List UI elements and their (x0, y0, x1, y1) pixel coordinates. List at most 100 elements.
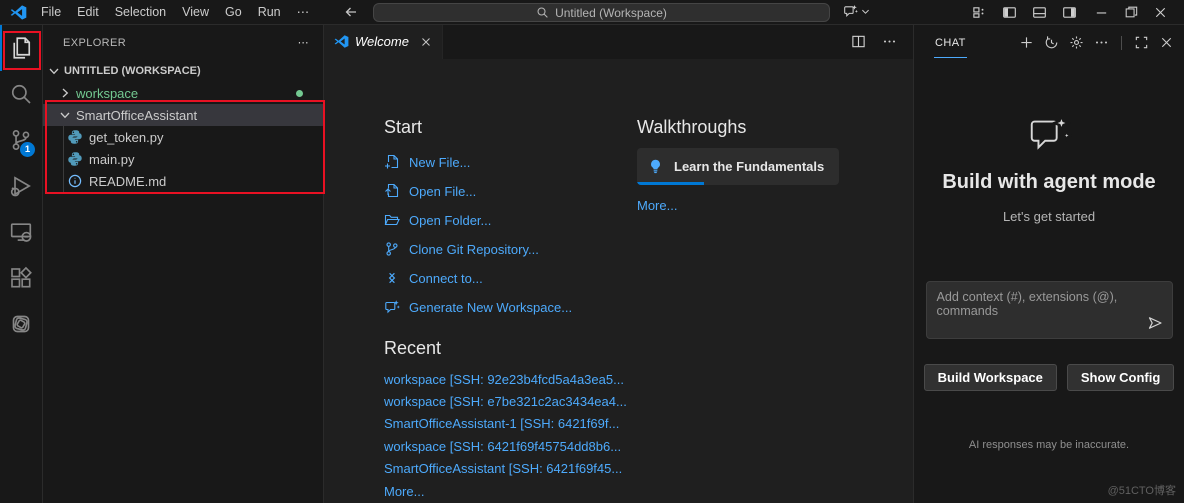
tree-item-label: main.py (89, 152, 135, 167)
start-open-folder[interactable]: Open Folder... (384, 206, 637, 235)
start-generate-new-workspace[interactable]: Generate New Workspace... (384, 293, 637, 322)
toggle-panel-icon[interactable] (1032, 5, 1047, 20)
explorer-more-actions[interactable]: ⋯ (298, 36, 309, 49)
menu-selection[interactable]: Selection (107, 0, 174, 24)
start-item-label: Connect to... (409, 271, 483, 286)
activity-explorer[interactable] (0, 25, 42, 71)
copilot-icon (384, 299, 400, 315)
walkthrough-card-learn-the-fundamentals[interactable]: Learn the Fundamentals (637, 148, 839, 185)
workspace-section-label: UNTITLED (WORKSPACE) (64, 65, 201, 77)
start-item-label: Generate New Workspace... (409, 300, 572, 315)
start-clone-git-repository[interactable]: Clone Git Repository... (384, 235, 637, 264)
chat-settings-gear-icon[interactable] (1069, 35, 1084, 50)
toggle-primary-sidebar-icon[interactable] (1002, 5, 1017, 20)
chat-more-actions-icon[interactable] (1094, 35, 1109, 50)
tab-bar: Welcome (324, 25, 913, 59)
indent-guide (63, 170, 64, 192)
menu-run[interactable]: Run (250, 0, 289, 24)
start-item-label: New File... (409, 155, 470, 170)
customize-layout-icon[interactable] (972, 5, 987, 20)
start-heading: Start (384, 117, 637, 138)
activity-bar: 1 (0, 25, 43, 503)
start-new-file[interactable]: New File... (384, 148, 637, 177)
tree-item-readme-md[interactable]: README.md (43, 170, 323, 192)
menu-file[interactable]: File (33, 0, 69, 24)
recent-more-link[interactable]: More... (384, 481, 637, 503)
recent-item[interactable]: SmartOfficeAssistant [SSH: 6421f69f45... (384, 458, 637, 480)
workspace-section-header[interactable]: UNTITLED (WORKSPACE) (43, 60, 323, 82)
close-window-icon[interactable] (1153, 5, 1168, 20)
menu-edit[interactable]: Edit (69, 0, 107, 24)
menu-overflow[interactable]: ⋯ (289, 0, 318, 24)
chevron-down-icon (860, 6, 871, 17)
title-bar: File Edit Selection View Go Run ⋯ Untitl… (0, 0, 1184, 25)
walkthrough-card-label: Learn the Fundamentals (674, 159, 824, 174)
menu-view[interactable]: View (174, 0, 217, 24)
editor-more-actions-icon[interactable] (882, 34, 897, 49)
copilot-menu[interactable] (843, 4, 871, 19)
activity-source-control[interactable]: 1 (0, 117, 42, 163)
vscode-logo-icon (334, 34, 349, 49)
restore-window-icon[interactable] (1124, 5, 1138, 19)
info-icon (67, 173, 83, 189)
command-center-search[interactable]: Untitled (Workspace) (373, 3, 830, 22)
tab-chat[interactable]: CHAT (934, 27, 967, 58)
recent-heading: Recent (384, 338, 637, 359)
run-debug-icon (9, 174, 33, 198)
toggle-secondary-sidebar-icon[interactable] (1062, 5, 1077, 20)
start-open-file[interactable]: Open File... (384, 177, 637, 206)
explorer-title: EXPLORER (63, 37, 126, 49)
close-panel-icon[interactable] (1159, 35, 1174, 50)
python-icon (67, 151, 83, 167)
activity-remote-explorer[interactable] (0, 209, 42, 255)
activity-search[interactable] (0, 71, 42, 117)
chat-empty-subtitle: Let's get started (1003, 209, 1095, 224)
python-icon (67, 129, 83, 145)
chevron-down-icon (46, 63, 62, 79)
explorer-sidebar: EXPLORER ⋯ UNTITLED (WORKSPACE) workspac… (43, 25, 324, 503)
indent-guide (63, 126, 64, 148)
explorer-header: EXPLORER ⋯ (43, 25, 323, 60)
menu-go[interactable]: Go (217, 0, 250, 24)
spiral-icon (9, 312, 33, 336)
new-chat-icon[interactable] (1019, 35, 1034, 50)
chat-panel: CHAT (913, 25, 1184, 503)
tab-welcome[interactable]: Welcome (324, 25, 443, 59)
build-workspace-button[interactable]: Build Workspace (924, 364, 1057, 391)
chevron-right-icon (57, 85, 73, 101)
tree-item-get-token-py[interactable]: get_token.py (43, 126, 323, 148)
back-arrow-icon[interactable] (343, 4, 359, 20)
watermark: @51CTO博客 (1108, 482, 1176, 498)
recent-item[interactable]: SmartOfficeAssistant-1 [SSH: 6421f69f... (384, 413, 637, 435)
chat-input[interactable]: Add context (#), extensions (@), command… (926, 281, 1173, 339)
maximize-panel-icon[interactable] (1134, 35, 1149, 50)
activity-extensions[interactable] (0, 255, 42, 301)
activity-run-debug[interactable] (0, 163, 42, 209)
tree-item-smartofficeassistant[interactable]: SmartOfficeAssistant (43, 104, 323, 126)
git-change-dot (296, 90, 303, 97)
close-tab-icon[interactable] (419, 35, 433, 49)
tree-item-main-py[interactable]: main.py (43, 148, 323, 170)
chat-panel-header: CHAT (914, 25, 1184, 60)
walkthroughs-heading: Walkthroughs (637, 117, 857, 138)
chat-history-icon[interactable] (1044, 35, 1059, 50)
tree-item-label: get_token.py (89, 130, 163, 145)
start-connect-to[interactable]: Connect to... (384, 264, 637, 293)
recent-item[interactable]: workspace [SSH: e7be321c2ac3434ea4... (384, 391, 637, 413)
tree-item-workspace[interactable]: workspace (43, 82, 323, 104)
recent-item[interactable]: workspace [SSH: 6421f69f45754dd8b6... (384, 436, 637, 458)
copilot-icon (843, 4, 858, 19)
send-icon[interactable] (1147, 315, 1163, 331)
welcome-page: Start New File... Open File... Open Fold… (324, 59, 913, 503)
minimize-icon[interactable] (1094, 5, 1109, 20)
search-icon (9, 82, 33, 106)
start-item-label: Open File... (409, 184, 476, 199)
vscode-logo-icon (10, 4, 27, 21)
walkthroughs-more-link[interactable]: More... (637, 198, 677, 213)
split-editor-icon[interactable] (851, 34, 866, 49)
show-config-button[interactable]: Show Config (1067, 364, 1174, 391)
open-folder-icon (384, 212, 400, 228)
files-icon (9, 36, 33, 60)
activity-extension-spiral[interactable] (0, 301, 42, 347)
recent-item[interactable]: workspace [SSH: 92e23b4fcd5a4a3ea5... (384, 369, 637, 391)
